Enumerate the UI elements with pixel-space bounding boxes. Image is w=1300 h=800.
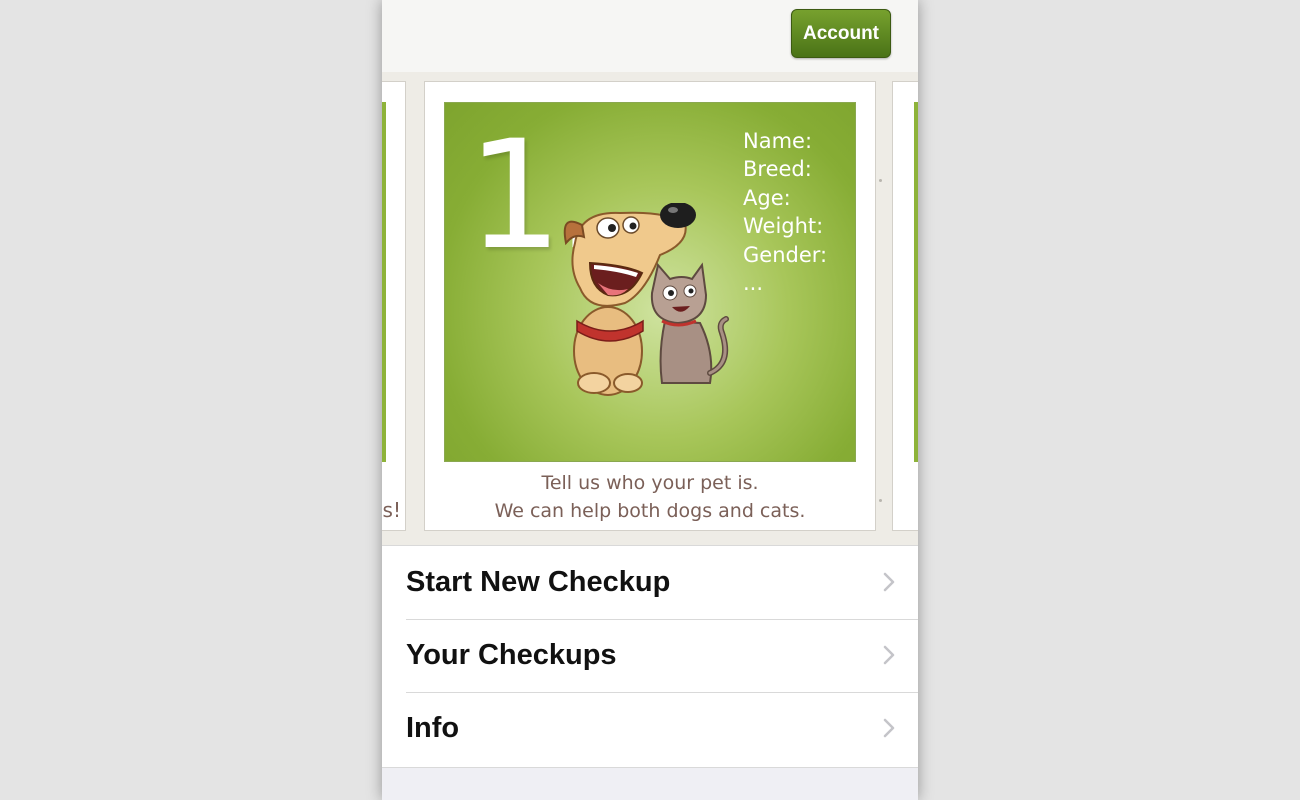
current-card[interactable]: 1. Name: Breed: Age: Weight: Gender: ... [424, 81, 876, 531]
previous-card[interactable]: os! [382, 81, 406, 531]
field-breed-label: Breed: [743, 157, 812, 182]
navigation-bar: Account [382, 0, 918, 73]
pet-illustration: 1. Name: Breed: Age: Weight: Gender: ... [444, 102, 856, 462]
field-age-label: Age: [743, 185, 791, 210]
menu-item-start-new-checkup[interactable]: Start New Checkup [382, 546, 918, 619]
field-gender-label: Gender: [743, 242, 828, 267]
app-screen: Account os! 1. Name: Breed: Age: Weight:… [382, 0, 918, 800]
card-caption: Tell us who your pet is. We can help bot… [425, 469, 875, 525]
main-menu: Start New Checkup Your Checkups Info [382, 545, 918, 768]
chevron-right-icon [883, 645, 895, 665]
field-weight-label: Weight: [743, 214, 824, 239]
field-name-label: Name: [743, 129, 813, 153]
menu-item-info[interactable]: Info [382, 692, 918, 765]
previous-card-caption: os! [382, 498, 401, 522]
next-card[interactable] [892, 81, 918, 531]
menu-item-your-checkups[interactable]: Your Checkups [382, 619, 918, 692]
carousel-dot [879, 499, 882, 502]
chevron-right-icon [883, 718, 895, 738]
caption-line-1: Tell us who your pet is. [541, 472, 759, 494]
menu-item-label: Info [406, 712, 460, 744]
account-button[interactable]: Account [791, 9, 891, 58]
next-card-image [914, 102, 918, 462]
carousel-dot [879, 179, 882, 182]
dog-and-cat-icon [563, 203, 729, 396]
menu-item-label: Your Checkups [406, 639, 617, 671]
field-more-label: ... [743, 271, 764, 296]
caption-line-2: We can help both dogs and cats. [494, 500, 806, 522]
chevron-right-icon [883, 572, 895, 592]
onboarding-carousel[interactable]: os! 1. Name: Breed: Age: Weight: Gender:… [382, 72, 918, 545]
menu-item-label: Start New Checkup [406, 566, 671, 598]
previous-card-image [382, 102, 386, 462]
pet-fields-list: Name: Breed: Age: Weight: Gender: ... [743, 127, 827, 297]
